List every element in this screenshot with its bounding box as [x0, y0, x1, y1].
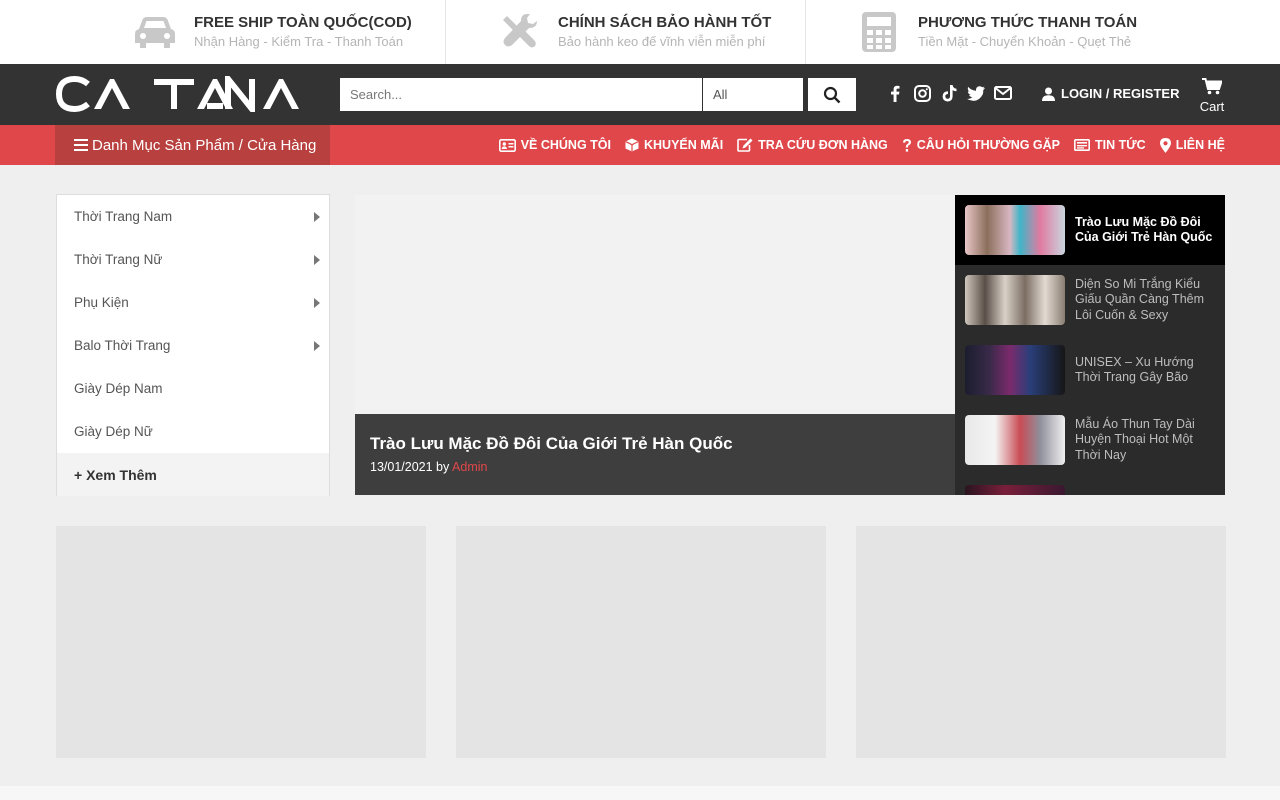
post-item[interactable]: Mẫu Áo Thun Tay Dài Huyện Thoại Hot Một …: [955, 405, 1225, 475]
nav-item-news[interactable]: TIN TỨC: [1074, 138, 1146, 152]
nav-item-faq[interactable]: CÂU HỎI THƯỜNG GẶP: [902, 138, 1060, 153]
sidebar-item-label: Phụ Kiện: [74, 295, 129, 310]
cube-icon: [625, 138, 639, 152]
site-logo[interactable]: [55, 70, 310, 118]
content-placeholder: [856, 526, 1226, 758]
user-icon: [1042, 87, 1055, 101]
login-label: LOGIN / REGISTER: [1061, 86, 1180, 101]
featured-slider[interactable]: Trào Lưu Mặc Đồ Đôi Của Giới Trẻ Hàn Quố…: [355, 195, 955, 495]
cart-icon: [1202, 78, 1223, 95]
category-menu-toggle[interactable]: Danh Mục Sản Phẩm / Cửa Hàng: [55, 125, 330, 165]
question-icon: [902, 138, 911, 152]
info-title: FREE SHIP TOÀN QUỐC(COD): [194, 13, 412, 31]
post-item[interactable]: UNISEX – Xu Hướng Thời Trang Gây Bão: [955, 335, 1225, 405]
slide-date: 13/01/2021: [370, 460, 433, 474]
post-title: Trào Lưu Mặc Đồ Đôi Của Giới Trẻ Hàn Quố…: [1075, 214, 1213, 245]
page-bottom-strip: [0, 786, 1280, 800]
id-card-icon: [498, 138, 516, 152]
content-placeholder: [56, 526, 426, 758]
nav-item-label: LIÊN HỆ: [1175, 138, 1225, 152]
sidebar-more-link[interactable]: + Xem Thêm: [57, 453, 329, 496]
slider-post-list: Trào Lưu Mặc Đồ Đôi Của Giới Trẻ Hàn Quố…: [955, 195, 1225, 495]
nav-item-label: TIN TỨC: [1095, 138, 1146, 152]
main-nav: Danh Mục Sản Phẩm / Cửa Hàng VỀ CHÚNG TÔ…: [0, 125, 1280, 165]
sidebar-item-giay-dep-nu[interactable]: Giày Dép Nữ: [57, 410, 329, 453]
search-button[interactable]: [808, 78, 856, 111]
twitter-icon[interactable]: [967, 84, 985, 102]
map-marker-icon: [1159, 137, 1171, 153]
sidebar-item-label: Giày Dép Nữ: [74, 424, 153, 439]
car-icon: [134, 11, 176, 53]
info-item-freeship: FREE SHIP TOÀN QUỐC(COD) Nhận Hàng - Kiể…: [0, 0, 446, 64]
slide-by: by: [436, 460, 450, 474]
post-thumbnail: [965, 205, 1065, 255]
calculator-icon: [858, 11, 900, 53]
chevron-right-icon: [314, 211, 320, 222]
sidebar-item-label: Thời Trang Nữ: [74, 252, 163, 267]
social-links: [886, 84, 1012, 102]
post-thumbnail: [965, 415, 1065, 465]
nav-item-label: CÂU HỎI THƯỜNG GẶP: [916, 138, 1061, 152]
tools-icon: [498, 11, 540, 53]
facebook-icon[interactable]: [886, 84, 904, 102]
slide-meta: 13/01/2021 by Admin: [370, 460, 940, 474]
cart-label: Cart: [1199, 99, 1225, 114]
search-icon: [823, 86, 841, 103]
slide-author[interactable]: Admin: [452, 460, 487, 474]
sidebar-item-thoi-trang-nam[interactable]: Thời Trang Nam: [57, 195, 329, 238]
info-item-payment: PHƯƠNG THỨC THANH TOÁN Tiền Mặt - Chuyển…: [806, 0, 1280, 64]
login-register-link[interactable]: LOGIN / REGISTER: [1042, 86, 1179, 101]
info-title: CHÍNH SÁCH BẢO HÀNH TỐT: [558, 13, 772, 31]
site-header: All LOGIN / REGISTER Cart: [0, 64, 1280, 125]
post-item[interactable]: [955, 475, 1225, 495]
newspaper-icon: [1074, 139, 1091, 151]
content-placeholder: [456, 526, 826, 758]
slide-title[interactable]: Trào Lưu Mặc Đồ Đôi Của Giới Trẻ Hàn Quố…: [370, 433, 940, 455]
sidebar-item-phu-kien[interactable]: Phụ Kiện: [57, 281, 329, 324]
nav-item-label: TRA CỨU ĐƠN HÀNG: [758, 138, 888, 152]
chevron-right-icon: [314, 297, 320, 308]
nav-item-contact[interactable]: LIÊN HỆ: [1159, 137, 1225, 153]
info-bar: FREE SHIP TOÀN QUỐC(COD) Nhận Hàng - Kiể…: [0, 0, 1280, 64]
instagram-icon[interactable]: [913, 84, 931, 102]
post-item[interactable]: Diện So Mi Trắng Kiểu Giấu Quần Càng Thê…: [955, 265, 1225, 335]
edit-icon: [737, 138, 753, 152]
post-thumbnail: [965, 275, 1065, 325]
cart-link[interactable]: Cart: [1196, 78, 1228, 114]
slide-caption: Trào Lưu Mặc Đồ Đôi Của Giới Trẻ Hàn Quố…: [355, 414, 955, 495]
nav-item-about[interactable]: VỀ CHÚNG TÔI: [498, 138, 611, 152]
info-subtitle: Bảo hành keo đế vĩnh viễn miễn phí: [558, 33, 766, 49]
nav-item-label: KHUYẾN MÃI: [644, 138, 724, 152]
menu-icon: [74, 139, 88, 151]
post-thumbnail: [965, 485, 1065, 495]
post-title: Diện So Mi Trắng Kiểu Giấu Quần Càng Thê…: [1075, 276, 1205, 322]
search-input[interactable]: [340, 78, 702, 111]
post-title: Mẫu Áo Thun Tay Dài Huyện Thoại Hot Một …: [1075, 416, 1195, 462]
sidebar-item-giay-dep-nam[interactable]: Giày Dép Nam: [57, 367, 329, 410]
info-title: PHƯƠNG THỨC THANH TOÁN: [918, 13, 1138, 31]
chevron-right-icon: [314, 254, 320, 265]
nav-item-promotions[interactable]: KHUYẾN MÃI: [625, 138, 723, 152]
sidebar-item-label: Giày Dép Nam: [74, 381, 163, 396]
post-title: UNISEX – Xu Hướng Thời Trang Gây Bão: [1075, 354, 1194, 385]
tiktok-icon[interactable]: [940, 84, 958, 102]
info-item-warranty: CHÍNH SÁCH BẢO HÀNH TỐT Bảo hành keo đế …: [446, 0, 806, 64]
sidebar-item-label: Balo Thời Trang: [74, 338, 171, 353]
info-subtitle: Tiền Mặt - Chuyển Khoản - Quẹt Thẻ: [918, 33, 1132, 49]
chevron-right-icon: [314, 340, 320, 351]
mail-icon[interactable]: [994, 84, 1012, 102]
search-category-select[interactable]: All: [703, 78, 803, 111]
info-subtitle: Nhận Hàng - Kiểm Tra - Thanh Toán: [194, 33, 404, 49]
category-sidebar: Thời Trang Nam Thời Trang Nữ Phụ Kiện Ba…: [56, 194, 330, 496]
post-item[interactable]: Trào Lưu Mặc Đồ Đôi Của Giới Trẻ Hàn Quố…: [955, 195, 1225, 265]
category-toggle-label: Danh Mục Sản Phẩm / Cửa Hàng: [92, 136, 317, 154]
sidebar-item-label: Thời Trang Nam: [74, 209, 173, 224]
sidebar-item-thoi-trang-nu[interactable]: Thời Trang Nữ: [57, 238, 329, 281]
nav-item-label: VỀ CHÚNG TÔI: [520, 138, 611, 152]
nav-menu: VỀ CHÚNG TÔI KHUYẾN MÃI TRA CỨU ĐƠN HÀNG…: [498, 125, 1225, 165]
sidebar-item-balo-thoi-trang[interactable]: Balo Thời Trang: [57, 324, 329, 367]
post-thumbnail: [965, 345, 1065, 395]
nav-item-order-lookup[interactable]: TRA CỨU ĐƠN HÀNG: [737, 138, 888, 152]
